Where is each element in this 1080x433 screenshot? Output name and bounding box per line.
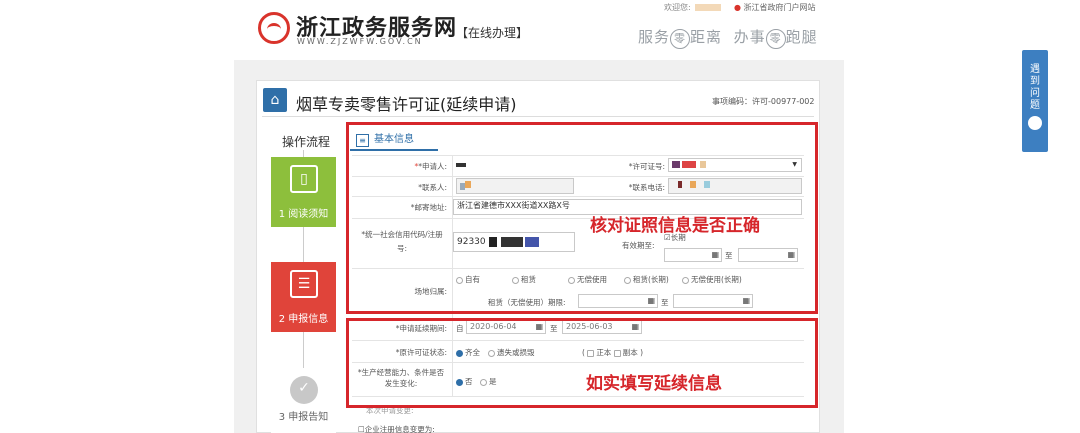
- step-report-notice[interactable]: ✓ 3 申报告知: [271, 368, 336, 433]
- slogan: 服务零距离 办事零跑腿: [638, 26, 818, 49]
- lightbulb-icon: [1028, 116, 1042, 130]
- item-code: 事项编码：许可-00977-002: [712, 97, 815, 106]
- annotation-box-fill: [346, 318, 818, 408]
- notice-icon: ▯: [290, 165, 318, 193]
- list-icon: ☰: [290, 270, 318, 298]
- welcome-label: 欢迎您:: [664, 3, 691, 12]
- check-icon: ✓: [290, 376, 318, 404]
- slogan-part: 距离: [690, 28, 723, 46]
- title-divider: [262, 116, 814, 117]
- slogan-circle: 零: [765, 29, 786, 49]
- site-url: WWW.ZJZWFW.GOV.CN: [297, 37, 423, 46]
- flow-label: 操作流程: [282, 135, 331, 149]
- slogan-part: 跑腿: [785, 28, 818, 46]
- help-widget-text: 遇到问题: [1030, 64, 1040, 111]
- portal-icon: ●: [734, 3, 741, 12]
- cut-row-registration[interactable]: ☐企业注册信息变更为:: [358, 424, 435, 433]
- slogan-part: 服务: [638, 28, 671, 46]
- portal-link[interactable]: ● 浙江省政府门户网站: [734, 2, 816, 13]
- step-label: 1 阅读须知: [278, 209, 329, 220]
- user-name-blurred[interactable]: [694, 4, 721, 11]
- step-read-notice[interactable]: ▯ 1 阅读须知: [271, 157, 336, 227]
- home-icon[interactable]: ⌂: [263, 88, 287, 112]
- welcome-text: 欢迎您:: [664, 2, 725, 13]
- step-submit-info[interactable]: ☰ 2 申报信息: [271, 262, 336, 332]
- annotation-verify: 核对证照信息是否正确: [590, 216, 760, 236]
- help-widget[interactable]: 遇到问题: [1022, 50, 1048, 152]
- cut-row-label: 企业注册信息变更为:: [364, 425, 435, 433]
- slogan-part: 办事: [733, 28, 766, 46]
- step-label: 2 申报信息: [278, 314, 329, 325]
- page: 浙江政务服务网 WWW.ZJZWFW.GOV.CN 【在线办理】 欢迎您: ● …: [0, 0, 1080, 433]
- step-label: 3 申报告知: [278, 412, 329, 423]
- form-title: 烟草专卖零售许可证(延续申请): [296, 95, 517, 114]
- portal-link-label: 浙江省政府门户网站: [743, 3, 816, 12]
- site-logo-icon[interactable]: [258, 12, 290, 44]
- annotation-fill: 如实填写延续信息: [586, 374, 722, 394]
- slogan-circle: 零: [670, 29, 691, 49]
- online-tag: 【在线办理】: [456, 26, 529, 40]
